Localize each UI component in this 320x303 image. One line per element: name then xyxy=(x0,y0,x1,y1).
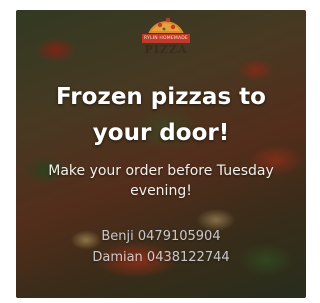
subtext-line-1: Make your order before Tuesday xyxy=(48,163,274,179)
logo-word: PIZZA xyxy=(144,43,188,56)
flyer-image: RYLIN HOMEMADE PIZZA Frozen pizzas to yo… xyxy=(16,10,306,298)
headline-line-2: your door! xyxy=(92,120,230,146)
headline-line-1: Frozen pizzas to xyxy=(56,84,266,110)
pizza-logo: RYLIN HOMEMADE PIZZA xyxy=(142,12,190,64)
contact-benji: Benji 0479105904 xyxy=(101,229,221,244)
subtext-line-2: evening! xyxy=(130,183,192,199)
contact-damian: Damian 0438122744 xyxy=(92,250,230,265)
pizza-slice-icon xyxy=(148,17,184,33)
flyer-content: RYLIN HOMEMADE PIZZA Frozen pizzas to yo… xyxy=(16,10,306,298)
logo-ribbon: RYLIN HOMEMADE xyxy=(142,34,190,43)
